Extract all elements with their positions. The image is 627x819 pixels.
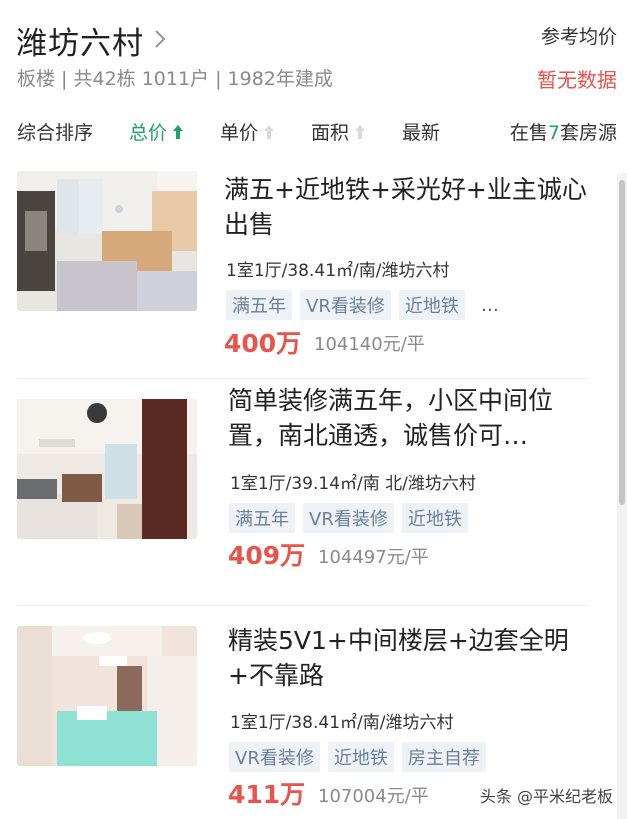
sort-label: 总价 <box>129 122 168 144</box>
listing-title[interactable]: 满五+近地铁+采光好+业主诚心出售 <box>224 172 594 242</box>
listing-tags: 满五年 VR看装修 近地铁 <box>229 503 468 533</box>
listing-tags: VR看装修 近地铁 房主自荐 <box>229 742 486 772</box>
listing-tag: VR看装修 <box>229 742 320 772</box>
arrow-up-icon <box>355 124 366 139</box>
listing-price: 409万 <box>228 541 306 570</box>
listing-tag: VR看装修 <box>300 290 391 320</box>
chevron-right-icon[interactable] <box>153 28 167 50</box>
listing-photo[interactable] <box>17 626 197 766</box>
sort-label: 最新 <box>402 122 441 144</box>
sort-bar: 综合排序 总价 单价 面积 最新 在售7套房源 <box>0 112 627 152</box>
scrollbar-thumb[interactable] <box>619 180 625 505</box>
listing-photo[interactable] <box>17 171 197 311</box>
on-sale-suffix: 套房源 <box>559 122 617 144</box>
listing-title[interactable]: 精装5V1+中间楼层+边套全明+不靠路 <box>228 623 593 693</box>
divider <box>18 378 588 379</box>
watermark: 头条 @平米纪老板 <box>479 787 613 806</box>
listing-meta: 1室1厅/38.41㎡/南/潍坊六村 <box>226 261 450 281</box>
listing-unit-price: 104140元/平 <box>314 334 425 355</box>
more-tags-ellipsis: … <box>480 294 499 316</box>
on-sale-prefix: 在售 <box>509 122 548 144</box>
sort-total-price[interactable]: 总价 <box>129 118 184 145</box>
listing-card[interactable]: 简单装修满五年，小区中间位置，南北通透，诚售价可… 1室1厅/39.14㎡/南 … <box>0 385 600 605</box>
community-header: 潍坊六村 板楼 | 共42栋 1011户 | 1982年建成 参考均价 暂无数据 <box>0 0 627 100</box>
sort-unit-price[interactable]: 单价 <box>220 118 275 145</box>
listing-tag: 满五年 <box>226 290 292 320</box>
listing-card[interactable]: 满五+近地铁+采光好+业主诚心出售 1室1厅/38.41㎡/南/潍坊六村 满五年… <box>0 160 600 378</box>
listing-unit-price: 104497元/平 <box>318 547 429 568</box>
sort-comprehensive[interactable]: 综合排序 <box>17 118 93 145</box>
on-sale-count: 在售7套房源 <box>510 118 617 145</box>
listing-tag: 近地铁 <box>398 290 465 320</box>
sort-area[interactable]: 面积 <box>311 118 366 145</box>
arrow-up-icon <box>264 124 275 139</box>
listing-tag: 房主自荐 <box>401 742 486 772</box>
community-info: 板楼 | 共42栋 1011户 | 1982年建成 <box>17 68 333 90</box>
listing-tag: VR看装修 <box>303 503 394 533</box>
listing-meta: 1室1厅/38.41㎡/南/潍坊六村 <box>230 713 454 733</box>
arrow-up-icon <box>173 124 184 139</box>
listing-tag: 近地铁 <box>327 742 394 772</box>
reference-price-label: 参考均价 <box>540 26 617 48</box>
listing-tag: 满五年 <box>229 503 295 533</box>
reference-price-value: 暂无数据 <box>537 68 617 92</box>
listing-title[interactable]: 简单装修满五年，小区中间位置，南北通透，诚售价可… <box>228 383 593 453</box>
sort-label: 综合排序 <box>17 122 94 144</box>
sort-newest[interactable]: 最新 <box>402 118 440 145</box>
community-title[interactable]: 潍坊六村 <box>16 18 144 63</box>
listing-tag: 近地铁 <box>401 503 468 533</box>
listing-tags: 满五年 VR看装修 近地铁 … <box>226 290 499 320</box>
sort-label: 单价 <box>220 122 259 144</box>
listing-price: 400万 <box>224 329 302 358</box>
listing-meta: 1室1厅/39.14㎡/南 北/潍坊六村 <box>230 474 476 494</box>
listing-unit-price: 107004元/平 <box>318 786 429 807</box>
listing-photo[interactable] <box>17 399 197 539</box>
on-sale-number: 7 <box>547 122 560 144</box>
divider <box>18 605 588 606</box>
listing-price: 411万 <box>228 780 306 809</box>
sort-label: 面积 <box>311 122 350 144</box>
